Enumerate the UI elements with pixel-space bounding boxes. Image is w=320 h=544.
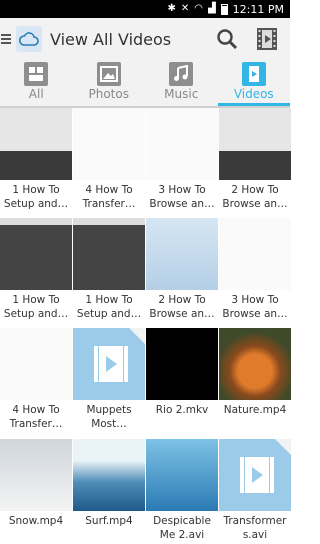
- page-title: View All Videos: [50, 29, 172, 49]
- video-title: 4 How To Transfer…: [82, 184, 136, 210]
- tab-videos-label: Videos: [233, 87, 274, 101]
- video-item[interactable]: 4 How To Transfer…: [73, 108, 145, 213]
- tab-all[interactable]: All: [0, 60, 73, 106]
- video-item[interactable]: 1 How To Setup and…: [73, 218, 145, 323]
- video-thumbnail: [219, 328, 291, 400]
- tab-music[interactable]: Music: [145, 60, 218, 106]
- video-thumbnail: [73, 439, 145, 511]
- video-item[interactable]: Despicable Me 2.avi: [146, 439, 218, 544]
- video-thumbnail: [0, 108, 72, 180]
- video-title: 2 How To Browse an…: [149, 294, 215, 320]
- video-thumbnail: [73, 328, 145, 400]
- video-title: Muppets Most…: [86, 404, 132, 430]
- bluetooth-icon: ✱: [167, 3, 176, 14]
- video-thumbnail: [0, 328, 72, 400]
- status-bar: ✱ ✕ ◠ ▟ 12:11 PM: [0, 0, 290, 18]
- menu-icon[interactable]: [1, 34, 15, 44]
- video-title: 3 How To Browse an…: [222, 294, 288, 320]
- video-thumbnail: [73, 108, 145, 180]
- video-thumbnail: [219, 108, 291, 180]
- video-title: Nature.mp4: [223, 404, 287, 416]
- video-item[interactable]: Muppets Most…: [73, 328, 145, 433]
- video-item[interactable]: Snow.mp4: [0, 439, 72, 544]
- status-time: 12:11 PM: [232, 2, 284, 16]
- photos-icon: [96, 62, 121, 86]
- video-thumbnail: [219, 218, 291, 290]
- tab-photos[interactable]: Photos: [73, 60, 146, 106]
- video-item[interactable]: 1 How To Setup and…: [0, 218, 72, 323]
- video-item[interactable]: 4 How To Transfer…: [0, 328, 72, 433]
- video-thumbnail: [0, 218, 72, 290]
- tab-all-label: All: [28, 87, 44, 101]
- battery-icon: [220, 3, 228, 15]
- video-item[interactable]: 3 How To Browse an…: [146, 108, 218, 213]
- media-tabs: All Photos Music Videos: [0, 60, 290, 106]
- video-item[interactable]: Transformer s.avi: [219, 439, 291, 544]
- video-title: Rio 2.mkv: [155, 404, 209, 416]
- video-item[interactable]: Nature.mp4: [219, 328, 291, 433]
- video-thumbnail: [146, 328, 218, 400]
- video-title: 1 How To Setup and…: [76, 294, 142, 320]
- cloud-app-icon[interactable]: [16, 26, 42, 52]
- video-thumbnail: [73, 218, 145, 290]
- all-icon: [24, 62, 49, 86]
- tab-photos-label: Photos: [88, 87, 129, 101]
- video-item[interactable]: 2 How To Browse an…: [219, 108, 291, 213]
- cloud-icon: [19, 32, 39, 46]
- wifi-icon: ◠: [194, 3, 203, 14]
- video-title: Transformer s.avi: [223, 515, 287, 541]
- video-title: 4 How To Transfer…: [9, 404, 63, 430]
- video-thumbnail: [146, 108, 218, 180]
- mute-icon: ✕: [180, 3, 190, 14]
- video-title: 3 How To Browse an…: [149, 184, 215, 210]
- video-item[interactable]: 3 How To Browse an…: [219, 218, 291, 323]
- video-title: Snow.mp4: [8, 515, 64, 527]
- video-thumbnail: [219, 439, 291, 511]
- signal-icon: ▟: [207, 3, 216, 14]
- video-item[interactable]: 2 How To Browse an…: [146, 218, 218, 323]
- videos-icon: [241, 62, 266, 86]
- search-icon[interactable]: [216, 28, 238, 50]
- video-thumbnail: [146, 218, 218, 290]
- tab-music-label: Music: [164, 87, 199, 101]
- video-item[interactable]: 1 How To Setup and…: [0, 108, 72, 213]
- video-thumbnail: [146, 439, 218, 511]
- music-icon: [169, 62, 194, 86]
- video-item[interactable]: Surf.mp4: [73, 439, 145, 544]
- film-strip-icon[interactable]: [256, 27, 278, 51]
- video-title: 2 How To Browse an…: [222, 184, 288, 210]
- tab-videos[interactable]: Videos: [218, 60, 291, 106]
- video-title: 1 How To Setup and…: [3, 184, 69, 210]
- video-thumbnail: [0, 439, 72, 511]
- app-header: View All Videos: [0, 18, 290, 60]
- video-item[interactable]: Rio 2.mkv: [146, 328, 218, 433]
- video-title: Surf.mp4: [85, 515, 133, 527]
- video-title: 1 How To Setup and…: [3, 294, 69, 320]
- video-title: Despicable Me 2.avi: [153, 515, 211, 541]
